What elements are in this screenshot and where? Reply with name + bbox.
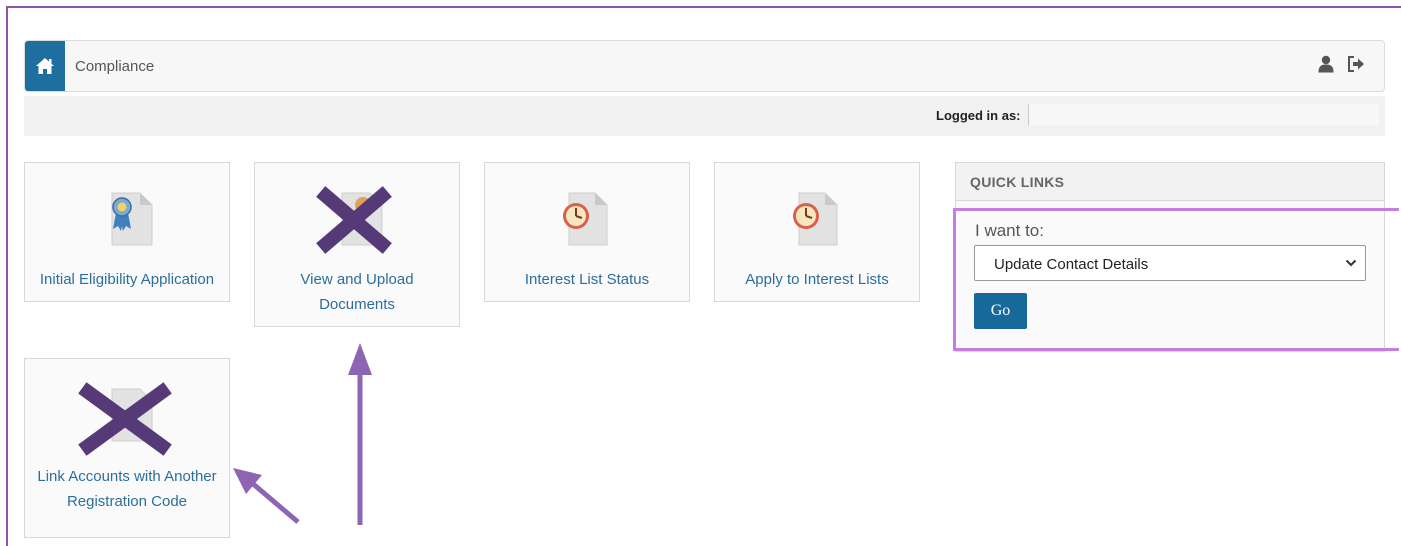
chevron-down-icon <box>1345 259 1357 267</box>
document-icon <box>341 192 383 246</box>
home-button[interactable] <box>25 41 65 91</box>
tile-apply-to-interest-lists[interactable]: Apply to Interest Lists <box>714 162 920 302</box>
tile-label-line2: Registration Code <box>66 493 188 510</box>
i-want-to-label: I want to: <box>975 221 1044 240</box>
quick-links-title: QUICK LINKS <box>956 163 1384 201</box>
tile-label-line2: Documents <box>319 296 395 313</box>
logged-in-user <box>1028 104 1379 126</box>
action-select-value: Update Contact Details <box>994 256 1149 273</box>
home-icon <box>36 58 54 74</box>
tile-interest-list-status[interactable]: Interest List Status <box>484 162 690 302</box>
logged-in-label: Logged in as: <box>936 108 1021 123</box>
logout-icon[interactable] <box>1347 55 1365 73</box>
tile-label-line1: Link Accounts with Another <box>37 468 217 485</box>
clock-document-icon <box>793 192 838 246</box>
document-icon <box>111 388 153 442</box>
go-button[interactable]: Go <box>974 293 1027 329</box>
tile-label: Apply to Interest Lists <box>745 271 889 288</box>
tile-link-accounts[interactable]: Link Accounts with Another Registration … <box>24 358 230 538</box>
user-icon[interactable] <box>1318 55 1334 73</box>
action-select[interactable]: Update Contact Details <box>974 245 1366 281</box>
breadcrumb[interactable]: Compliance <box>75 58 154 75</box>
tile-initial-eligibility-application[interactable]: Initial Eligibility Application <box>24 162 230 302</box>
top-nav-bar: Compliance <box>24 40 1385 92</box>
tile-label: Interest List Status <box>524 271 650 288</box>
tile-label-line1: View and Upload <box>300 271 414 288</box>
clock-document-icon <box>563 192 608 246</box>
login-bar: Logged in as: <box>24 96 1385 136</box>
tile-view-and-upload-documents[interactable]: View and Upload Documents <box>254 162 460 327</box>
award-document-icon <box>111 192 153 246</box>
tile-label: Initial Eligibility Application <box>39 271 215 288</box>
